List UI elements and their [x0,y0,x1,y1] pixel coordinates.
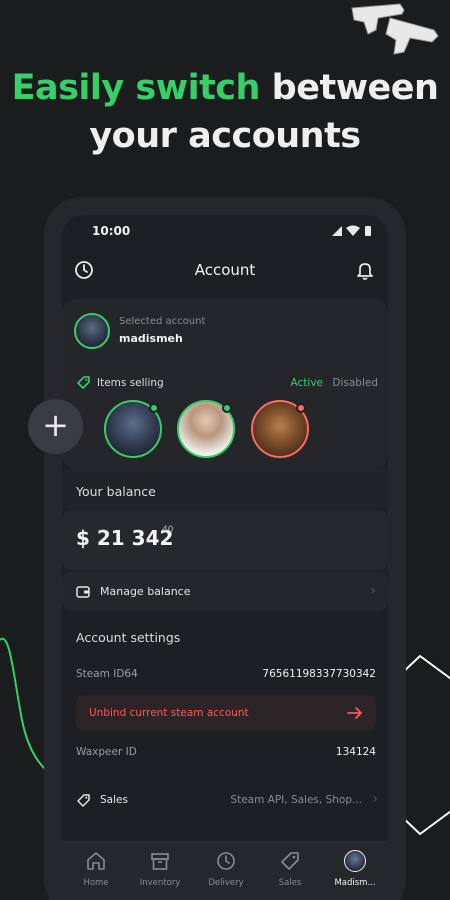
profile-avatar [344,850,366,872]
account-settings-title: Account settings [76,630,181,645]
account-avatar-3[interactable] [251,400,309,458]
unbind-steam-button[interactable]: Unbind current steam account [76,695,376,731]
sales-value: Steam API, Sales, Shop... [230,794,362,806]
filter-disabled[interactable]: Disabled [332,377,378,389]
balance-cents: 40 [162,525,174,535]
pistols-illustration [351,3,439,55]
battery-icon [365,226,371,236]
wallet-icon [76,586,90,598]
headline-highlight: Easily switch [11,68,261,108]
plus-icon: + [42,406,69,444]
account-avatar-1[interactable] [104,400,162,458]
wifi-icon [346,225,360,236]
steam-id-label: Steam ID64 [76,668,138,680]
nav-profile[interactable]: Madism... [324,850,386,900]
steam-id-row: Steam ID64 76561198337730342 [76,668,376,686]
status-icons [332,225,371,236]
tag-icon [281,852,299,870]
waxpeer-id-label: Waxpeer ID [76,746,137,758]
nav-delivery[interactable]: Delivery [195,850,257,900]
headline-line-1: Easily switch between [0,64,450,112]
page-title: Account [194,261,256,279]
balance-card: $ 21 342 40 [62,510,388,570]
sales-label: Sales [100,794,128,806]
items-selling-row: Items selling Active Disabled [76,375,378,391]
nav-sales[interactable]: Sales [259,850,321,900]
tag-icon [77,376,90,389]
app-bar: Account [62,255,388,287]
phone-screen: 10:00 Account Selected account madismeh … [62,215,388,900]
headline-line-2: your accounts [89,116,361,156]
selected-account-caption: Selected account [119,316,206,327]
inventory-box-icon [151,853,169,870]
status-dot-active [222,403,232,413]
steam-id-value: 76561198337730342 [262,668,376,680]
status-time: 10:00 [92,224,131,238]
signal-icon [332,226,342,236]
account-avatar-2[interactable] [177,400,235,458]
selected-account-avatar[interactable] [74,313,110,349]
status-bar: 10:00 [62,215,388,249]
nav-profile-label: Madism... [334,878,376,888]
headline: Easily switch between your accounts [0,64,450,160]
balance-label: Your balance [76,484,156,499]
manage-balance-row[interactable]: Manage balance › [62,571,388,611]
arrow-right-icon [347,707,362,719]
add-account-button[interactable]: + [28,399,83,454]
nav-sales-label: Sales [278,878,302,888]
items-selling-label: Items selling [97,377,164,389]
notification-bell-icon[interactable] [354,259,376,281]
chevron-right-icon: › [370,583,376,599]
home-icon [87,852,105,870]
selected-account-name: madismeh [119,332,183,345]
bottom-navigation: Home Inventory Delivery Sales Madism... [62,841,388,900]
nav-inventory-label: Inventory [139,878,181,888]
nav-inventory[interactable]: Inventory [129,850,191,900]
nav-delivery-label: Delivery [208,878,244,888]
unbind-steam-label: Unbind current steam account [89,707,249,719]
clock-icon [217,852,235,870]
nav-home[interactable]: Home [65,850,127,900]
status-dot-inactive [296,403,306,413]
balance-amount: $ 21 342 [76,526,174,550]
tag-icon [77,794,90,807]
status-dot-active [149,403,159,413]
nav-home-label: Home [83,878,109,888]
filter-active[interactable]: Active [291,377,323,389]
balance-header: Your balance [62,469,388,509]
headline-text: between [271,68,439,108]
sales-settings-row[interactable]: Sales Steam API, Sales, Shop... › [76,791,378,811]
waxpeer-id-row: Waxpeer ID 134124 [76,746,376,764]
chevron-right-icon: › [372,791,378,807]
manage-balance-label: Manage balance [100,585,191,598]
waxpeer-id-value: 134124 [335,746,376,758]
